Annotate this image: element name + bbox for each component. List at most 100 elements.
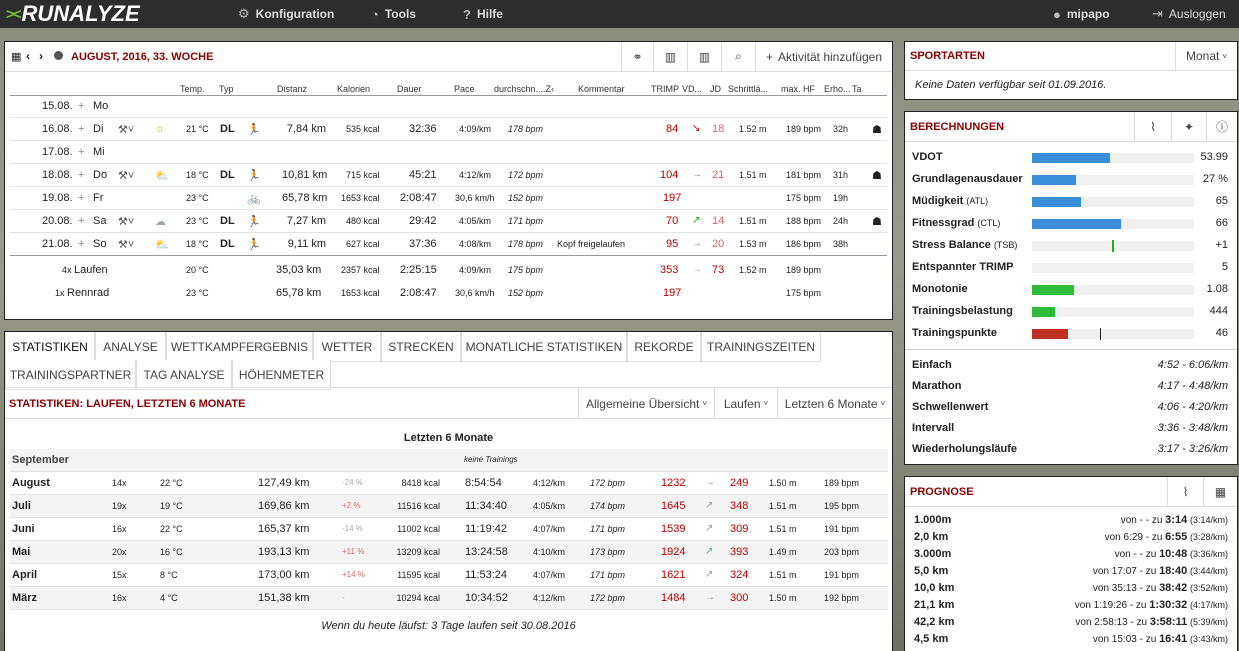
edit-wrench-icon[interactable]: ⚒˅ (118, 123, 134, 136)
line-chart-icon[interactable]: ⌇ (1134, 112, 1171, 141)
running-icon: 🏃 (247, 239, 261, 251)
current-week-icon[interactable] (54, 51, 63, 60)
search-icon[interactable]: ⌕ (721, 42, 755, 71)
add-icon[interactable]: + (78, 123, 84, 135)
sport-dropdown[interactable]: Laufen ˅ (714, 388, 777, 419)
stride: 1.51 m (769, 524, 797, 534)
weather-cloud-icon: ☁ (155, 216, 166, 228)
distance: 65,78 km (276, 287, 322, 299)
edit-wrench-icon[interactable]: ⚒˅ (118, 215, 134, 228)
col-stride[interactable]: Schrittlä... (728, 84, 768, 94)
nav-tools[interactable]: ◔ Tools (371, 0, 416, 28)
duration: 8:54:54 (465, 477, 502, 489)
edit-wrench-icon[interactable]: ⚒˅ (118, 169, 134, 182)
tab-trainingspartner[interactable]: TRAININGSPARTNER (5, 360, 136, 390)
week-row-di[interactable]: 16.08. + Di ⚒˅ ☼ 21 °C DL 🏃 7,84 km 535 … (10, 118, 887, 141)
tab-analyse[interactable]: ANALYSE (95, 332, 166, 362)
stat-row-juli[interactable]: Juli 19x 19 °C 169,86 km +2 % 11516 kcal 11:34… (10, 495, 888, 518)
tab-hoehenmeter[interactable]: HÖHENMETER (232, 360, 331, 390)
col-trimp[interactable]: TRIMP (651, 84, 679, 94)
col-tag[interactable]: Ta (852, 84, 862, 94)
day-date: 17.08. (42, 146, 73, 158)
count: 15x (112, 570, 127, 580)
nav-logout[interactable]: ⇥ Ausloggen (1152, 0, 1226, 28)
calories: 1653 kcal (341, 288, 380, 298)
next-week-icon[interactable]: › (39, 49, 43, 63)
line-chart-icon[interactable]: ⌇ (1167, 477, 1203, 506)
calc-bar-fill (1032, 219, 1122, 229)
tab-monatliche-statistiken[interactable]: MONATLICHE STATISTIKEN (461, 332, 627, 362)
calculator-icon[interactable]: ▦ (1203, 477, 1237, 506)
add-activity-button[interactable]: + Aktivität hinzufügen (755, 42, 892, 71)
temp: 18 °C (186, 170, 209, 180)
calendar-icon[interactable]: ▦ (11, 50, 21, 63)
chart-bar-icon[interactable]: ▥ (687, 42, 721, 71)
tab-strecken[interactable]: STRECKEN (381, 332, 461, 362)
tab-trainingszeiten[interactable]: TRAININGSZEITEN (701, 332, 821, 362)
tab-tag-analyse[interactable]: TAG ANALYSE (136, 360, 232, 390)
tab-statistiken[interactable]: STATISTIKEN (5, 332, 95, 362)
stat-row-mai[interactable]: Mai 20x 16 °C 193,13 km +11 % 13209 kcal 13:24… (10, 541, 888, 564)
col-pace[interactable]: Pace (454, 84, 475, 94)
add-icon[interactable]: + (78, 169, 84, 181)
forecast-value: von 2:58:13 - zu 3:58:11 (5:39/km) (1075, 616, 1228, 628)
calc-row-entspannter-trimp: Entspannter TRIMP 5 (912, 257, 1228, 279)
tab-wetter[interactable]: WETTER (313, 332, 381, 362)
pace-value: 4:06 - 4:20/km (1157, 401, 1228, 413)
edit-wrench-icon[interactable]: ⚒˅ (118, 238, 134, 251)
col-max-hr[interactable]: max. HF (781, 84, 815, 94)
jd: 21 (712, 169, 725, 181)
chart-icon[interactable]: ▥ (653, 42, 687, 71)
period-dropdown[interactable]: Letzten 6 Monate ˅ (777, 388, 892, 419)
col-recovery[interactable]: Erho... (824, 84, 851, 94)
col-jd[interactable]: JD (710, 84, 721, 94)
calc-row-monotonie: Monotonie 1.08 (912, 279, 1228, 301)
shoe-icon[interactable]: ☗ (872, 169, 882, 182)
col-distance[interactable]: Distanz (277, 84, 307, 94)
tab-rekorde[interactable]: REKORDE (627, 332, 701, 362)
forecast-row: 10,0 km von 35:13 - zu 38:42 (3:52/km) (914, 582, 1228, 594)
duration: 2:25:15 (400, 264, 437, 276)
stat-row-juni[interactable]: Juni 16x 22 °C 165,37 km -14 % 11002 kcal 11:1… (10, 518, 888, 541)
distance-change: +11 % (342, 547, 365, 556)
forecast-distance: 42,2 km (914, 616, 955, 628)
col-vdot[interactable]: VD... (682, 84, 702, 94)
day-date: 16.08. (42, 123, 73, 135)
overview-dropdown[interactable]: Allgemeine Übersicht ˅ (578, 388, 714, 419)
col-calories[interactable]: Kalorien (337, 84, 370, 94)
pace-label: Wiederholungsläufe (912, 443, 1018, 455)
calc-row-grundlagenausdauer: Grundlagenausdauer 27 % (912, 169, 1228, 191)
prev-week-icon[interactable]: ‹ (26, 49, 30, 63)
tab-wettkampfergebnis[interactable]: WETTKAMPFERGEBNIS (166, 332, 313, 362)
shoe-icon[interactable]: ☗ (872, 123, 882, 136)
week-row-sa[interactable]: 20.08. + Sa ⚒˅ ☁ 23 °C DL 🏃 7,27 km 480 … (10, 210, 887, 233)
col-avg-hr[interactable]: durchschn....Z‹ (494, 84, 554, 94)
add-icon[interactable]: + (78, 215, 84, 227)
nav-config[interactable]: ⚙ Konfiguration (238, 0, 334, 28)
col-temp[interactable]: Temp. (180, 84, 205, 94)
col-comment[interactable]: Kommentar (578, 84, 625, 94)
max-hr: 175 bpm (786, 288, 822, 298)
week-row-fr[interactable]: 19.08. + Fr 23 °C 🚲 65,78 km 1653 kcal 2… (10, 187, 887, 210)
stat-row-august[interactable]: August 14x 22 °C 127,49 km -24 % 8418 kcal 8:5… (10, 472, 888, 495)
shoe-icon[interactable]: ☗ (872, 215, 882, 228)
runalyze-logo[interactable]: >< RUNALYZE (6, 1, 140, 26)
add-icon[interactable]: + (78, 100, 84, 112)
col-type[interactable]: Typ (219, 84, 234, 94)
link-icon[interactable]: ⚭ (621, 42, 653, 71)
calc-label: Entspannter TRIMP (912, 261, 1014, 273)
nav-user[interactable]: ● mipapo (1053, 0, 1110, 28)
stat-row-april[interactable]: April 15x 8 °C 173,00 km +14 % 11595 kcal 11:5… (10, 564, 888, 587)
add-icon[interactable]: + (78, 192, 84, 204)
info-icon[interactable]: ⓘ (1206, 112, 1237, 141)
forecast-panel: PROGNOSE ⌇ ▦ 1.000m von - - zu 3:14 (3:14… (904, 476, 1238, 651)
week-row-do[interactable]: 18.08. + Do ⚒˅ ⛅ 18 °C DL 🏃 10,81 km 715… (10, 164, 887, 187)
stat-row-märz[interactable]: März 16x 4 °C 151,38 km - 10294 kcal 10:34:52 4… (10, 587, 888, 610)
month-dropdown[interactable]: Monat ˅ (1175, 42, 1237, 70)
nav-help[interactable]: ? Hilfe (463, 0, 503, 28)
add-icon[interactable]: + (78, 238, 84, 250)
add-icon[interactable]: + (78, 146, 84, 158)
magic-wand-icon[interactable]: ✦ (1171, 112, 1206, 141)
col-duration[interactable]: Dauer (397, 84, 422, 94)
week-row-so[interactable]: 21.08. + So ⚒˅ ⛅ 18 °C DL 🏃 9,11 km 627 … (10, 233, 887, 256)
